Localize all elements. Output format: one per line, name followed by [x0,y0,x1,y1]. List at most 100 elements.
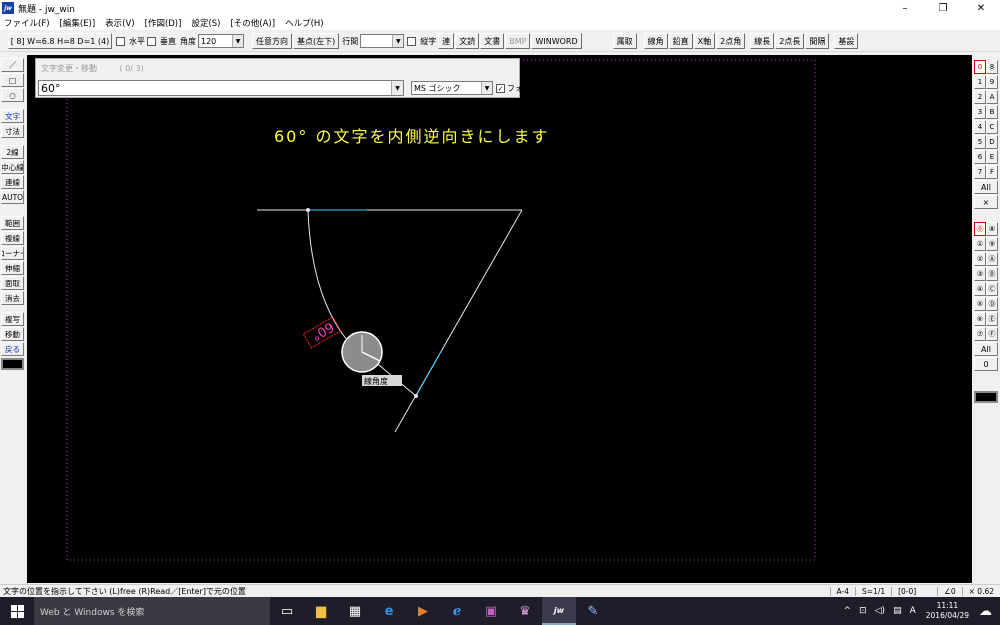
taskbar-search[interactable]: Web と Windows を検索 [34,597,270,625]
layer-button[interactable]: F [986,165,998,179]
corner-tool-button[interactable]: コーナー [1,246,24,260]
layer-group-button[interactable]: ⑤ [974,297,986,311]
vertical-text-checkbox[interactable] [407,36,417,46]
action-center-icon[interactable]: ☁ [975,604,1000,619]
font-read-checkbox[interactable]: ✓ [496,84,505,93]
game-app-icon[interactable]: ♛ [508,597,542,625]
angle-indicator[interactable]: ∠0 [937,586,962,596]
menu-help[interactable]: ヘルプ(H) [285,17,324,29]
horizontal-checkbox[interactable] [116,36,125,46]
clock[interactable]: 11:11 2016/04/29 [920,601,975,621]
double-line-tool-button[interactable]: 2線 [1,145,24,159]
angle-combo[interactable]: 120 ▼ [198,34,244,48]
edge-browser-icon[interactable]: e [372,597,406,625]
network-icon[interactable]: ⊡ [855,606,871,616]
minimize-button[interactable]: – [886,0,924,16]
line-length-button[interactable]: 線長 [750,33,775,49]
copy-tool-button[interactable]: 複写 [1,312,24,326]
jw-cad-icon[interactable]: jw [542,597,576,625]
layer-indicator[interactable]: [0-0] [891,586,937,596]
media-player-icon[interactable]: ▶ [406,597,440,625]
chevron-down-icon[interactable]: ▼ [391,81,403,95]
text-write-button[interactable]: 文書 [480,33,505,49]
diagonal-line[interactable] [394,209,523,433]
text-read-button[interactable]: 文読 [455,33,480,49]
layer-group-button[interactable]: ⓪ [974,222,986,236]
line-type-indicator-right[interactable] [974,391,998,403]
layer-group-button[interactable]: ⑥ [974,312,986,326]
layer-group-button[interactable]: ③ [974,267,986,281]
restore-button[interactable]: ❐ [924,0,962,16]
zoom-indicator[interactable]: × 0.62 [961,586,1000,596]
layer-group-button[interactable]: Ⓓ [986,297,998,311]
winword-button[interactable]: WINWORD [531,33,582,49]
layer-group-button[interactable]: ② [974,252,986,266]
menu-draw[interactable]: [作図(D)] [145,17,182,29]
task-view-icon[interactable]: ▭ [270,597,304,625]
layer-button[interactable]: 0 [974,60,986,74]
layer-group-button[interactable]: ⑧ [986,222,998,236]
base-setting-button[interactable]: 基設 [834,33,859,49]
drawing-canvas[interactable]: 60° の文字を内側逆向きにします 60° 線角度 [27,55,972,583]
base-point-button[interactable]: 基点(左下) [293,33,340,49]
notification-icon[interactable]: ▤ [889,606,906,616]
layer-group-button[interactable]: ① [974,237,986,251]
chamfer-tool-button[interactable]: 面取 [1,276,24,290]
dimension-tool-button[interactable]: 寸法 [1,124,24,138]
menu-edit[interactable]: [編集(E)] [60,17,96,29]
line-tool-button[interactable]: ／ [1,58,24,72]
layer-group-button[interactable]: ⑦ [974,327,986,341]
rectangle-tool-button[interactable]: □ [1,73,24,87]
file-explorer-icon[interactable]: ▆ [304,597,338,625]
layer-button[interactable]: 1 [974,75,986,89]
arbitrary-direction-button[interactable]: 任意方向 [252,33,292,49]
layer-group-button[interactable]: Ⓕ [986,327,998,341]
layer-group-button[interactable]: ⑨ [986,237,998,251]
layer-button[interactable]: 5 [974,135,986,149]
menu-file[interactable]: ファイル(F) [4,17,50,29]
layer-button[interactable]: 7 [974,165,986,179]
vertical-angle-button[interactable]: 鉛直 [668,33,693,49]
font-select[interactable]: MS ゴシック ▼ [411,81,493,95]
circle-tool-button[interactable]: ○ [1,88,24,102]
ie-browser-icon[interactable]: ℯ [440,597,474,625]
layer-cross-button[interactable]: × [974,195,998,209]
continuous-line-tool-button[interactable]: 連線 [1,175,24,189]
offset-tool-button[interactable]: 複線 [1,231,24,245]
paint-app-icon[interactable]: ✎ [576,597,610,625]
layer-button[interactable]: C [986,120,998,134]
layer-button[interactable]: A [986,90,998,104]
layer-button[interactable]: 9 [986,75,998,89]
scale-indicator[interactable]: S=1/1 [855,586,891,596]
vertical-checkbox[interactable] [147,36,156,46]
text-tool-button[interactable]: 文字 [1,109,24,123]
line-spacing-combo[interactable]: ▼ [360,34,405,48]
menu-other[interactable]: [その他(A)] [230,17,275,29]
move-tool-button[interactable]: 移動 [1,327,24,341]
close-button[interactable]: ✕ [962,0,1000,16]
text-input[interactable]: 60° ▼ [38,80,404,96]
layer-group-button[interactable]: ④ [974,282,986,296]
start-button[interactable] [0,597,34,625]
center-line-tool-button[interactable]: 中心線 [1,160,24,174]
volume-icon[interactable]: ◁) [871,606,889,616]
menu-view[interactable]: 表示(V) [105,17,134,29]
photo-app-icon[interactable]: ▣ [474,597,508,625]
layer-button[interactable]: 3 [974,105,986,119]
layer-group-button[interactable]: Ⓐ [986,252,998,266]
store-icon[interactable]: ▦ [338,597,372,625]
layer-button[interactable]: 4 [974,120,986,134]
bmp-button[interactable]: BMP [505,33,531,49]
layer-button[interactable]: B [986,105,998,119]
auto-tool-button[interactable]: AUTO [1,190,24,204]
angle-text-group[interactable]: 60° [302,316,342,349]
layer-button[interactable]: D [986,135,998,149]
two-point-length-button[interactable]: 2点長 [775,33,805,49]
x-axis-button[interactable]: X軸 [693,33,716,49]
undo-button[interactable]: 戻る [1,342,24,356]
paper-size[interactable]: A-4 [829,586,855,596]
erase-tool-button[interactable]: 消去 [1,291,24,305]
chevron-down-icon[interactable]: ▼ [481,82,492,94]
range-tool-button[interactable]: 範囲 [1,216,24,230]
two-point-angle-button[interactable]: 2点角 [716,33,746,49]
